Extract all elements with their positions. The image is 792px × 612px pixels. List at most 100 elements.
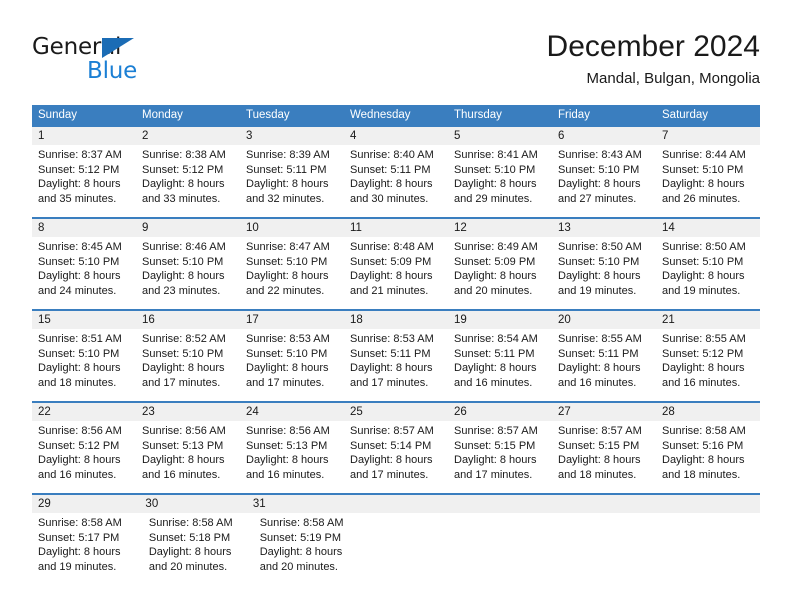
sunrise-text: Sunrise: 8:52 AM <box>142 333 226 345</box>
sunrise-text: Sunrise: 8:57 AM <box>350 425 434 437</box>
week-number-band: 22 23 24 25 26 27 28 <box>32 403 760 421</box>
day-cell[interactable]: Sunrise: 8:37 AM Sunset: 5:12 PM Dayligh… <box>32 145 136 217</box>
day-cell[interactable]: Sunrise: 8:54 AM Sunset: 5:11 PM Dayligh… <box>448 329 552 401</box>
day-number: 26 <box>454 406 467 418</box>
week-number-band: 8 9 10 11 12 13 14 <box>32 219 760 237</box>
sunset-text: Sunset: 5:12 PM <box>38 163 120 176</box>
daylight-text: Daylight: 8 hours <box>148 546 232 558</box>
sunset-text: Sunset: 5:10 PM <box>142 255 224 268</box>
day-cell[interactable]: Sunrise: 8:58 AM Sunset: 5:19 PM Dayligh… <box>254 513 365 585</box>
day-cell[interactable]: Sunrise: 8:39 AM Sunset: 5:11 PM Dayligh… <box>240 145 344 217</box>
week-row: 29 30 31 Sunrise: 8:58 AM Sunset: 5:17 P… <box>32 493 760 585</box>
day-cell[interactable]: Sunrise: 8:46 AM Sunset: 5:10 PM Dayligh… <box>136 237 240 309</box>
daylight-text: Daylight: 8 hours <box>454 362 537 374</box>
day-cell[interactable]: Sunrise: 8:50 AM Sunset: 5:10 PM Dayligh… <box>552 237 656 309</box>
day-cell[interactable]: Sunrise: 8:56 AM Sunset: 5:12 PM Dayligh… <box>32 421 136 493</box>
daylight-text-cont: and 20 minutes. <box>148 560 228 573</box>
day-cell[interactable]: Sunrise: 8:55 AM Sunset: 5:12 PM Dayligh… <box>656 329 760 401</box>
day-cell[interactable]: Sunrise: 8:49 AM Sunset: 5:09 PM Dayligh… <box>448 237 552 309</box>
day-number: 20 <box>558 314 571 326</box>
daylight-text: Daylight: 8 hours <box>246 454 329 466</box>
week-detail-band: Sunrise: 8:37 AM Sunset: 5:12 PM Dayligh… <box>32 145 760 217</box>
sunrise-text: Sunrise: 8:40 AM <box>350 149 434 161</box>
day-cell[interactable]: Sunrise: 8:45 AM Sunset: 5:10 PM Dayligh… <box>32 237 136 309</box>
daylight-text-cont: and 18 minutes. <box>38 376 117 389</box>
day-number: 29 <box>38 498 51 510</box>
day-number: 9 <box>142 222 149 234</box>
sunset-text: Sunset: 5:09 PM <box>350 255 432 268</box>
day-cell[interactable]: Sunrise: 8:43 AM Sunset: 5:10 PM Dayligh… <box>552 145 656 217</box>
daylight-text: Daylight: 8 hours <box>558 454 641 466</box>
logo-text-blue: Blue <box>87 58 138 84</box>
day-cell[interactable]: Sunrise: 8:38 AM Sunset: 5:12 PM Dayligh… <box>136 145 240 217</box>
sunrise-text: Sunrise: 8:50 AM <box>662 241 746 253</box>
daylight-text-cont: and 22 minutes. <box>246 284 325 297</box>
day-number: 25 <box>350 406 363 418</box>
daylight-text: Daylight: 8 hours <box>454 454 537 466</box>
empty-day-number <box>456 495 557 513</box>
sunrise-text: Sunrise: 8:54 AM <box>454 333 538 345</box>
week-row: 22 23 24 25 26 27 28 Sunrise: 8:56 AM Su… <box>32 401 760 493</box>
day-cell[interactable]: Sunrise: 8:40 AM Sunset: 5:11 PM Dayligh… <box>344 145 448 217</box>
sunrise-text: Sunrise: 8:56 AM <box>246 425 330 437</box>
daylight-text-cont: and 16 minutes. <box>662 376 741 389</box>
day-cell[interactable]: Sunrise: 8:48 AM Sunset: 5:09 PM Dayligh… <box>344 237 448 309</box>
daylight-text-cont: and 19 minutes. <box>38 560 117 573</box>
day-cell[interactable]: Sunrise: 8:58 AM Sunset: 5:16 PM Dayligh… <box>656 421 760 493</box>
sunrise-text: Sunrise: 8:37 AM <box>38 149 122 161</box>
day-cell[interactable]: Sunrise: 8:57 AM Sunset: 5:15 PM Dayligh… <box>552 421 656 493</box>
daylight-text: Daylight: 8 hours <box>142 270 225 282</box>
day-cell[interactable]: Sunrise: 8:47 AM Sunset: 5:10 PM Dayligh… <box>240 237 344 309</box>
general-blue-logo[interactable]: General Blue <box>32 28 212 88</box>
daylight-text-cont: and 17 minutes. <box>454 468 533 481</box>
week-detail-band: Sunrise: 8:45 AM Sunset: 5:10 PM Dayligh… <box>32 237 760 309</box>
day-number: 2 <box>142 130 149 142</box>
sunset-text: Sunset: 5:10 PM <box>142 347 224 360</box>
week-number-band: 15 16 17 18 19 20 21 <box>32 311 760 329</box>
sunrise-text: Sunrise: 8:58 AM <box>148 517 233 529</box>
day-cell[interactable]: Sunrise: 8:44 AM Sunset: 5:10 PM Dayligh… <box>656 145 760 217</box>
day-cell[interactable]: Sunrise: 8:57 AM Sunset: 5:15 PM Dayligh… <box>448 421 552 493</box>
sunrise-text: Sunrise: 8:57 AM <box>454 425 538 437</box>
day-number: 7 <box>662 130 669 142</box>
sunrise-text: Sunrise: 8:55 AM <box>558 333 642 345</box>
day-cell[interactable]: Sunrise: 8:57 AM Sunset: 5:14 PM Dayligh… <box>344 421 448 493</box>
daylight-text: Daylight: 8 hours <box>662 362 745 374</box>
sunset-text: Sunset: 5:16 PM <box>662 439 744 452</box>
day-cell[interactable]: Sunrise: 8:50 AM Sunset: 5:10 PM Dayligh… <box>656 237 760 309</box>
day-cell[interactable]: Sunrise: 8:56 AM Sunset: 5:13 PM Dayligh… <box>240 421 344 493</box>
sunset-text: Sunset: 5:10 PM <box>662 163 744 176</box>
day-cell[interactable]: Sunrise: 8:52 AM Sunset: 5:10 PM Dayligh… <box>136 329 240 401</box>
calendar-grid: Sunday Monday Tuesday Wednesday Thursday… <box>32 105 760 585</box>
daylight-text: Daylight: 8 hours <box>350 270 433 282</box>
week-detail-band: Sunrise: 8:56 AM Sunset: 5:12 PM Dayligh… <box>32 421 760 493</box>
week-number-band: 1 2 3 4 5 6 7 <box>32 127 760 145</box>
day-cell[interactable]: Sunrise: 8:58 AM Sunset: 5:17 PM Dayligh… <box>32 513 143 585</box>
day-number: 5 <box>454 130 461 142</box>
day-number: 30 <box>145 498 159 510</box>
sunset-text: Sunset: 5:11 PM <box>454 347 535 360</box>
day-cell[interactable]: Sunrise: 8:58 AM Sunset: 5:18 PM Dayligh… <box>143 513 254 585</box>
day-cell[interactable]: Sunrise: 8:55 AM Sunset: 5:11 PM Dayligh… <box>552 329 656 401</box>
day-number: 27 <box>558 406 571 418</box>
sunset-text: Sunset: 5:17 PM <box>38 531 120 544</box>
daylight-text-cont: and 32 minutes. <box>246 192 325 205</box>
day-cell[interactable]: Sunrise: 8:53 AM Sunset: 5:11 PM Dayligh… <box>344 329 448 401</box>
day-number: 23 <box>142 406 155 418</box>
sunrise-text: Sunrise: 8:56 AM <box>142 425 226 437</box>
sunrise-text: Sunrise: 8:43 AM <box>558 149 642 161</box>
page-header: General Blue December 2024 Mandal, Bulga… <box>32 28 760 96</box>
sunrise-text: Sunrise: 8:49 AM <box>454 241 538 253</box>
daylight-text: Daylight: 8 hours <box>142 178 225 190</box>
day-number: 6 <box>558 130 565 142</box>
day-cell[interactable]: Sunrise: 8:56 AM Sunset: 5:13 PM Dayligh… <box>136 421 240 493</box>
daylight-text-cont: and 33 minutes. <box>142 192 221 205</box>
day-cell[interactable]: Sunrise: 8:41 AM Sunset: 5:10 PM Dayligh… <box>448 145 552 217</box>
day-cell[interactable]: Sunrise: 8:53 AM Sunset: 5:10 PM Dayligh… <box>240 329 344 401</box>
day-cell[interactable]: Sunrise: 8:51 AM Sunset: 5:10 PM Dayligh… <box>32 329 136 401</box>
daylight-text: Daylight: 8 hours <box>350 178 433 190</box>
daylight-text-cont: and 18 minutes. <box>558 468 637 481</box>
day-number: 19 <box>454 314 467 326</box>
sunrise-text: Sunrise: 8:57 AM <box>558 425 642 437</box>
daylight-text: Daylight: 8 hours <box>662 178 745 190</box>
